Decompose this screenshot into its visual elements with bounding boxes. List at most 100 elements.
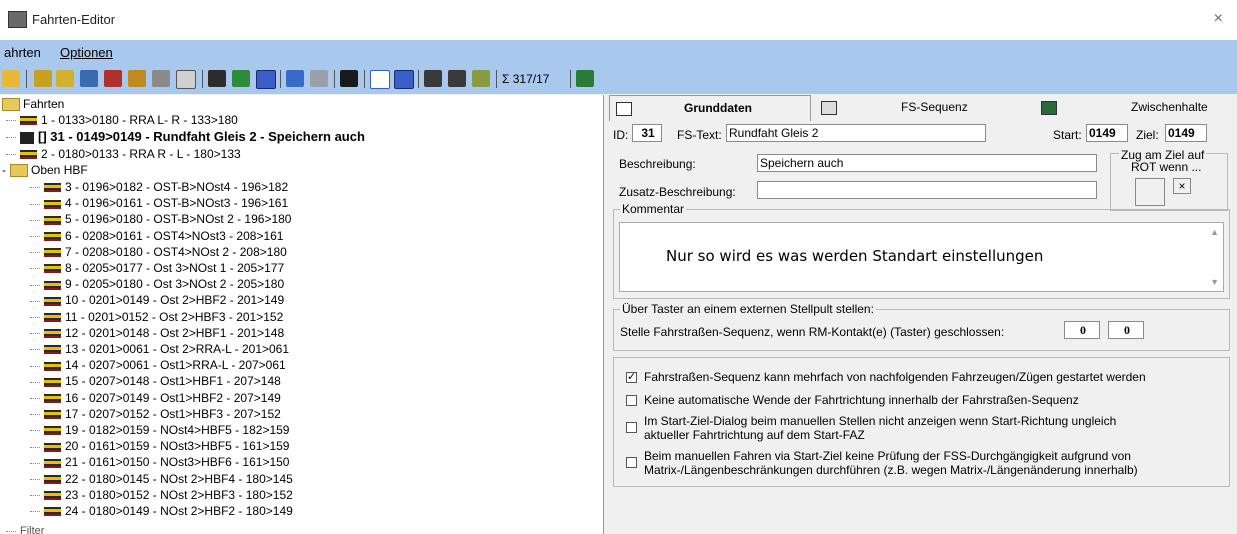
tree-connector xyxy=(30,284,40,286)
tree-item-label: 21 - 0161>0150 - NOst3>HBF6 - 161>150 xyxy=(65,455,290,470)
app-icon xyxy=(8,11,27,28)
tree-item-selected[interactable]: [] 31 - 0149>0149 - Rundfaht Gleis 2 - S… xyxy=(6,129,365,145)
train-icon xyxy=(44,474,61,484)
tree-item[interactable]: 22 - 0180>0145 - NOst 2>HBF4 - 180>145 xyxy=(30,471,293,487)
train-remove-icon[interactable] xyxy=(104,70,122,87)
tree-connector xyxy=(30,414,40,416)
taster-field-2[interactable]: 0 xyxy=(1108,321,1144,339)
view-detail-icon[interactable] xyxy=(394,70,414,89)
tree-item[interactable]: 4 - 0196>0161 - OST-B>NOst3 - 196>161 xyxy=(30,195,288,211)
menu-fahrten[interactable]: ahrten xyxy=(4,45,41,60)
option-checkbox-4[interactable] xyxy=(626,457,637,468)
new-train-icon[interactable] xyxy=(34,70,52,87)
tree-item[interactable]: 7 - 0208>0180 - OST4>NOst 2 - 208>180 xyxy=(30,244,287,260)
tree-item[interactable]: 14 - 0207>0061 - Ost1>RRA-L - 207>061 xyxy=(30,357,286,373)
block-icon[interactable] xyxy=(340,70,358,87)
tree-item[interactable]: 20 - 0161>0159 - NOst3>HBF5 - 161>159 xyxy=(30,438,289,454)
sequence-icon[interactable] xyxy=(256,70,276,89)
tree-item[interactable]: 12 - 0201>0148 - Ost 2>HBF1 - 201>148 xyxy=(30,325,284,341)
beschreibung-field[interactable]: Speichern auch xyxy=(757,154,1097,172)
list-icon xyxy=(616,102,632,116)
tree-item[interactable]: 3 - 0196>0182 - OST-B>NOst4 - 196>182 xyxy=(30,179,288,195)
menu-optionen[interactable]: Optionen xyxy=(60,45,113,60)
option-checkbox-3[interactable] xyxy=(626,422,637,433)
pair-icon[interactable] xyxy=(424,70,442,87)
option-label-4: Beim manuellen Fahren via Start-Ziel kei… xyxy=(644,449,1138,477)
tree-item[interactable]: 5 - 0196>0180 - OST-B>NOst 2 - 196>180 xyxy=(30,211,291,227)
train-icon xyxy=(44,426,61,436)
pair-split-icon[interactable] xyxy=(448,70,466,87)
tree-connector xyxy=(30,203,40,205)
tree-item[interactable]: 23 - 0180>0152 - NOst 2>HBF3 - 180>152 xyxy=(30,487,293,503)
tree-item-label: 23 - 0180>0152 - NOst 2>HBF3 - 180>152 xyxy=(65,487,293,502)
train-icon xyxy=(44,377,61,387)
train-icon xyxy=(44,312,61,322)
tree-item-label: 4 - 0196>0161 - OST-B>NOst3 - 196>161 xyxy=(65,196,289,211)
taster-label: Stelle Fahrstraßen-Sequenz, wenn RM-Kont… xyxy=(620,325,1005,339)
kommentar-textarea[interactable]: Nur so wird es was werden Standart einst… xyxy=(619,222,1224,292)
tree-item[interactable]: 17 - 0207>0152 - Ost1>HBF3 - 207>152 xyxy=(30,406,281,422)
tree-item[interactable]: 15 - 0207>0148 - Ost1>HBF1 - 207>148 xyxy=(30,373,281,389)
filter-label[interactable]: Filter xyxy=(6,523,44,534)
view-list-icon[interactable] xyxy=(370,70,390,89)
tree-item[interactable]: 11 - 0201>0152 - Ost 2>HBF3 - 201>152 xyxy=(30,309,283,325)
print-icon[interactable] xyxy=(310,70,328,87)
tree-item[interactable]: 6 - 0208>0161 - OST4>NOst3 - 208>161 xyxy=(30,228,283,244)
tab-zwischenhalte[interactable]: Zwischenhalte xyxy=(1035,95,1235,120)
fs-text-field[interactable]: Rundfaht Gleis 2 xyxy=(726,124,986,142)
tree-folder[interactable]: - Oben HBF xyxy=(2,162,88,178)
start-field[interactable]: 0149 xyxy=(1086,124,1128,142)
toolbar-separator xyxy=(202,70,203,88)
option-checkbox-1[interactable]: ✓ xyxy=(626,372,637,383)
train-add-icon[interactable] xyxy=(80,70,98,87)
tree-item[interactable]: 13 - 0201>0061 - Ost 2>RRA-L - 201>061 xyxy=(30,341,289,357)
toolbar-separator xyxy=(26,70,27,88)
train-icon xyxy=(44,507,61,517)
tree-item-label: 3 - 0196>0182 - OST-B>NOst4 - 196>182 xyxy=(65,180,289,194)
train-icon[interactable] xyxy=(56,70,74,87)
card-icon[interactable] xyxy=(176,70,196,89)
tree-item[interactable]: 9 - 0205>0180 - Ost 3>NOst 2 - 205>180 xyxy=(30,276,284,292)
tree-item[interactable]: 10 - 0201>0149 - Ost 2>HBF2 - 201>149 xyxy=(30,292,284,308)
train-icon xyxy=(44,329,61,339)
taster-group-label: Über Taster an einem externen Stellpult … xyxy=(620,302,876,316)
tree-item[interactable]: 24 - 0180>0149 - NOst 2>HBF2 - 180>149 xyxy=(30,503,293,519)
taster-field-1[interactable]: 0 xyxy=(1064,321,1100,339)
title-bar: Fahrten-Editor × xyxy=(0,0,1237,40)
tab-fs-sequenz[interactable]: FS-Sequenz xyxy=(815,95,1030,120)
zug-rot-preview xyxy=(1135,178,1165,206)
zusatz-field[interactable] xyxy=(757,181,1097,199)
tree-item-label: 24 - 0180>0149 - NOst 2>HBF2 - 180>149 xyxy=(65,504,293,518)
ziel-field[interactable]: 0149 xyxy=(1165,124,1207,142)
route-icon[interactable] xyxy=(232,70,250,87)
save-icon[interactable] xyxy=(286,70,304,87)
tree-item[interactable]: 1 - 0133>0180 - RRA L- R - 133>180 xyxy=(6,112,238,128)
tree-item[interactable]: 19 - 0182>0159 - NOst4>HBF5 - 182>159 xyxy=(30,422,289,438)
scroll-up-icon[interactable]: ▲ xyxy=(1210,227,1219,237)
tree-item[interactable]: 8 - 0205>0177 - Ost 3>NOst 1 - 205>177 xyxy=(30,260,284,276)
tree-item-label: 15 - 0207>0148 - Ost1>HBF1 - 207>148 xyxy=(65,374,281,389)
tree-item[interactable]: 2 - 0180>0133 - RRA R - L - 180>133 xyxy=(6,146,241,162)
open-icon[interactable] xyxy=(2,70,20,87)
train-edit-icon[interactable] xyxy=(128,70,146,87)
tree-connector xyxy=(30,381,40,383)
train-icon xyxy=(20,150,37,160)
option-label-1: Fahrstraßen-Sequenz kann mehrfach von na… xyxy=(644,370,1146,384)
option-checkbox-2[interactable] xyxy=(626,395,637,406)
tab-grunddaten[interactable]: Grunddaten xyxy=(609,95,811,121)
clear-button[interactable]: × xyxy=(1173,178,1191,194)
close-icon[interactable]: × xyxy=(1214,10,1223,28)
tree-item-label: 12 - 0201>0148 - Ost 2>HBF1 - 201>148 xyxy=(65,325,285,340)
wagon-icon[interactable] xyxy=(152,70,170,87)
tree-item[interactable]: 16 - 0207>0149 - Ost1>HBF2 - 207>149 xyxy=(30,390,281,406)
train-icon xyxy=(44,442,61,452)
signal-icon[interactable] xyxy=(208,70,226,87)
exit-icon[interactable] xyxy=(576,70,594,87)
scroll-down-icon[interactable]: ▼ xyxy=(1210,277,1219,287)
check-icon[interactable] xyxy=(472,70,490,87)
tree-item[interactable]: 21 - 0161>0150 - NOst3>HBF6 - 161>150 xyxy=(30,454,289,470)
kommentar-group: Kommentar Nur so wird es was werden Stan… xyxy=(613,202,1230,299)
fahrten-tree[interactable]: Fahrten 1 - 0133>0180 - RRA L- R - 133>1… xyxy=(0,95,604,534)
tree-root[interactable]: Fahrten xyxy=(2,96,64,112)
tree-connector xyxy=(30,430,40,432)
